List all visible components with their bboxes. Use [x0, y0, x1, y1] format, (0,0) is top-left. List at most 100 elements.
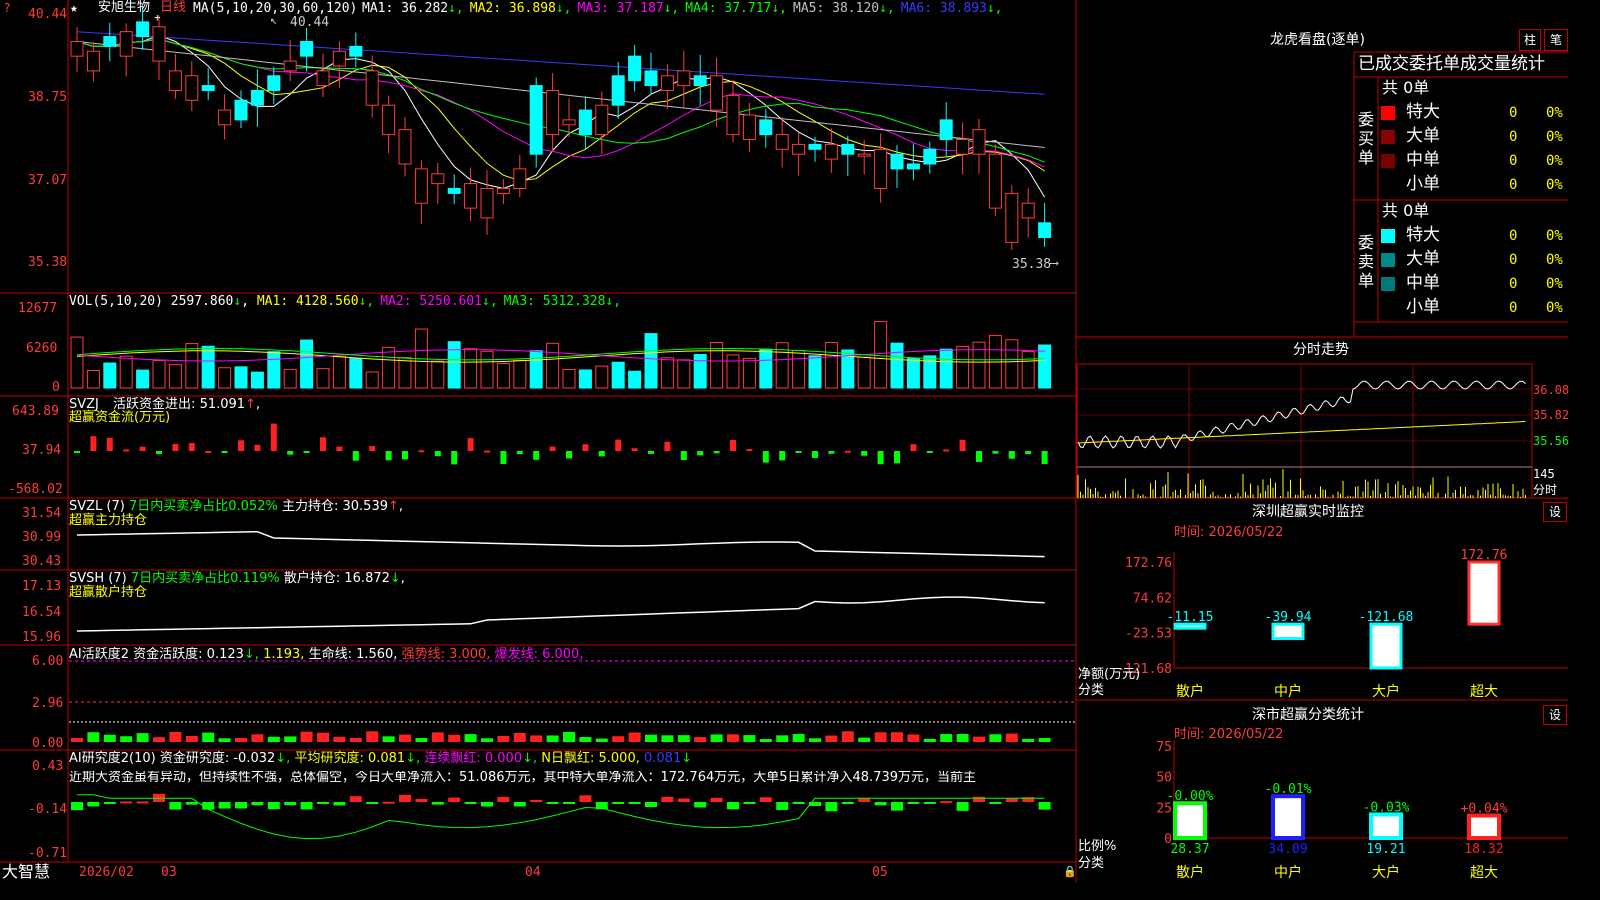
research-line [77, 794, 1045, 840]
settings-glyph[interactable]: ? [4, 2, 10, 14]
svzl-tick: 30.43 [22, 554, 62, 569]
flow-bar [812, 451, 818, 458]
lock-icon[interactable]: 🔒 [1063, 866, 1077, 877]
svsh-sub: 超赢散户持仓 [69, 585, 148, 600]
candle-body [972, 129, 986, 155]
active-bar [1022, 738, 1035, 742]
research-bar [317, 802, 329, 804]
ma-line [76, 38, 1045, 168]
candle-body [168, 70, 182, 91]
research-bar [87, 802, 100, 807]
flow-bar [828, 451, 835, 454]
order-pct: 0% [1546, 252, 1563, 268]
candle-body [250, 89, 264, 106]
flow-bar [1041, 451, 1048, 465]
price-tick: 38.75 [28, 90, 68, 105]
research-bar [973, 796, 985, 802]
vol-tick: 0 [52, 380, 60, 395]
flow-bar [566, 451, 572, 459]
active-bar [1038, 738, 1051, 742]
period-label[interactable]: 日线 [160, 1, 186, 14]
date-label: 2026/02 [79, 865, 134, 880]
candle-body [874, 148, 888, 190]
active-bar [612, 736, 625, 742]
flow-bar [1008, 451, 1015, 459]
intraday-avg-line [1077, 421, 1526, 444]
volume-bar [1021, 350, 1035, 389]
ai-active-tick: 6.00 [32, 654, 64, 669]
classify-category: 散户 [1176, 864, 1204, 881]
active-bar [464, 734, 477, 742]
price-tick: 37.07 [28, 173, 68, 188]
realtime-bar-label: -121.68 [1359, 610, 1414, 625]
research-bar [464, 802, 477, 804]
flow-bar [746, 449, 753, 452]
candle-body [480, 188, 494, 219]
research-bar [727, 802, 739, 810]
classify-settings-button[interactable]: 设 [1543, 705, 1567, 725]
candle-body [365, 70, 379, 106]
flow-bar [992, 451, 999, 454]
tab-bar[interactable]: 柱 [1519, 29, 1541, 51]
research-bar [989, 802, 1002, 804]
research-bar [645, 802, 657, 808]
candle-body [1005, 192, 1019, 243]
active-bar [743, 735, 756, 742]
star-icon[interactable]: ★ [70, 2, 78, 15]
buy-total: 共 0单 [1382, 78, 1430, 97]
flow-bar [74, 451, 80, 453]
order-size-label: 特大 [1406, 102, 1440, 122]
active-bar [989, 734, 1002, 742]
realtime-ylabel: 净额(万元) [1078, 667, 1141, 682]
research-bar [382, 801, 395, 804]
candle-body [759, 119, 773, 136]
flow-bar [664, 441, 671, 451]
ma-item: MA6: 38.893↓, [900, 1, 1003, 16]
active-bar [858, 737, 871, 742]
tab-tick[interactable]: 笔 [1544, 29, 1568, 51]
candle-body [267, 75, 281, 91]
classify-value: 19.21 [1366, 842, 1405, 857]
svsh-tick: 15.96 [22, 630, 62, 645]
active-bar [710, 734, 723, 742]
order-size-label: 中单 [1406, 150, 1440, 170]
classify-title: 深市超赢分类统计 [1252, 707, 1364, 723]
candle-body [939, 119, 953, 140]
candle-body [464, 183, 478, 209]
research-bar [612, 802, 625, 804]
lhb-title: 龙虎看盘(逐单) [1270, 32, 1365, 48]
candle-body [841, 143, 855, 155]
high-mark: 40.44 [290, 15, 330, 30]
volume-bar [628, 370, 642, 389]
flow-bar [877, 451, 884, 465]
research-bar [284, 802, 297, 806]
active-bar [300, 731, 313, 742]
chart-canvas[interactable]: 172.76 74.62 -23.53 -121.68 -11.15 散户 -39.94 中户… [0, 0, 1568, 882]
flow-bar [221, 451, 228, 453]
research-bar [267, 802, 280, 810]
flow-bar [894, 451, 900, 464]
order-pct: 0% [1546, 105, 1563, 121]
flow-bar [533, 451, 540, 460]
flow-bar [172, 443, 179, 451]
realtime-settings-button[interactable]: 设 [1543, 502, 1567, 522]
order-size-label: 特大 [1406, 225, 1440, 245]
active-bar [661, 735, 674, 742]
flow-bar [188, 443, 195, 451]
flow-bar [598, 451, 605, 457]
legend-swatch [1381, 253, 1395, 267]
candle-body [726, 94, 740, 136]
research-bar [1005, 798, 1018, 802]
flow-bar [352, 451, 359, 461]
classify-bar [1173, 801, 1207, 840]
volume-bar [874, 321, 888, 389]
volume-bar [431, 360, 445, 389]
research-bar [235, 802, 247, 809]
ai-active-header: AI活跃度2 资金活跃度: 0.123↓, 1.193, 生命线: 1.560,… [69, 647, 584, 662]
active-bar [759, 738, 772, 742]
classify-time: 时间: 2026/05/22 [1174, 727, 1284, 742]
flow-bar [156, 451, 162, 455]
candle-body [70, 40, 84, 57]
volume-bar [267, 351, 281, 389]
classify-category: 中户 [1274, 864, 1302, 881]
